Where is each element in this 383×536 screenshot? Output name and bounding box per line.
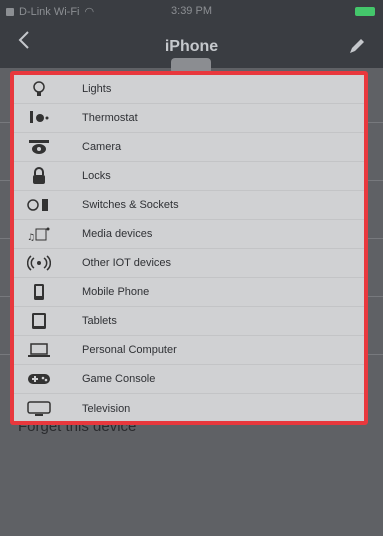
svg-text:♫: ♫: [27, 233, 35, 242]
menu-item-label: Locks: [82, 170, 111, 182]
socket-icon: [26, 195, 52, 215]
menu-item-media[interactable]: ♫ Media devices: [14, 220, 364, 249]
menu-item-label: Other IOT devices: [82, 257, 172, 269]
menu-item-label: Switches & Sockets: [82, 199, 179, 211]
laptop-icon: [26, 340, 52, 360]
menu-item-phone[interactable]: Mobile Phone: [14, 278, 364, 307]
menu-item-label: Mobile Phone: [82, 286, 150, 298]
menu-item-camera[interactable]: Camera: [14, 133, 364, 162]
menu-item-label: Tablets: [82, 315, 117, 327]
menu-item-label: Game Console: [82, 373, 156, 385]
menu-item-computer[interactable]: Personal Computer: [14, 336, 364, 365]
menu-item-tablets[interactable]: Tablets: [14, 307, 364, 336]
device-type-menu: Lights Thermostat Camera Locks Switches …: [10, 71, 368, 425]
camera-icon: [26, 137, 52, 157]
menu-item-label: Lights: [82, 83, 112, 95]
menu-item-label: Media devices: [82, 228, 153, 240]
menu-item-locks[interactable]: Locks: [14, 162, 364, 191]
menu-item-label: Personal Computer: [82, 344, 177, 356]
media-icon: ♫: [26, 224, 52, 244]
battery-icon: [355, 7, 375, 16]
tablet-icon: [26, 311, 52, 331]
status-time: 3:39 PM: [171, 5, 212, 17]
thermostat-icon: [26, 108, 52, 128]
wireless-icon: [26, 253, 52, 273]
menu-item-label: Camera: [82, 141, 122, 153]
status-bar: D-Link Wi-Fi ◠ 3:39 PM: [0, 0, 383, 24]
menu-item-lights[interactable]: Lights: [14, 75, 364, 104]
lightbulb-icon: [26, 79, 52, 99]
page-title: iPhone: [164, 38, 219, 55]
menu-item-console[interactable]: Game Console: [14, 365, 364, 394]
gamepad-icon: [26, 369, 52, 389]
edit-button[interactable]: [347, 36, 367, 56]
phone-icon: [26, 282, 52, 302]
pencil-icon: [350, 39, 364, 53]
menu-item-television[interactable]: Television: [14, 394, 364, 421]
menu-item-iot[interactable]: Other IOT devices: [14, 249, 364, 278]
menu-item-label: Television: [82, 402, 131, 415]
lock-icon: [26, 166, 52, 186]
tv-icon: [26, 399, 52, 419]
menu-item-label: Thermostat: [82, 112, 138, 124]
menu-item-thermostat[interactable]: Thermostat: [14, 104, 364, 133]
menu-item-switches[interactable]: Switches & Sockets: [14, 191, 364, 220]
